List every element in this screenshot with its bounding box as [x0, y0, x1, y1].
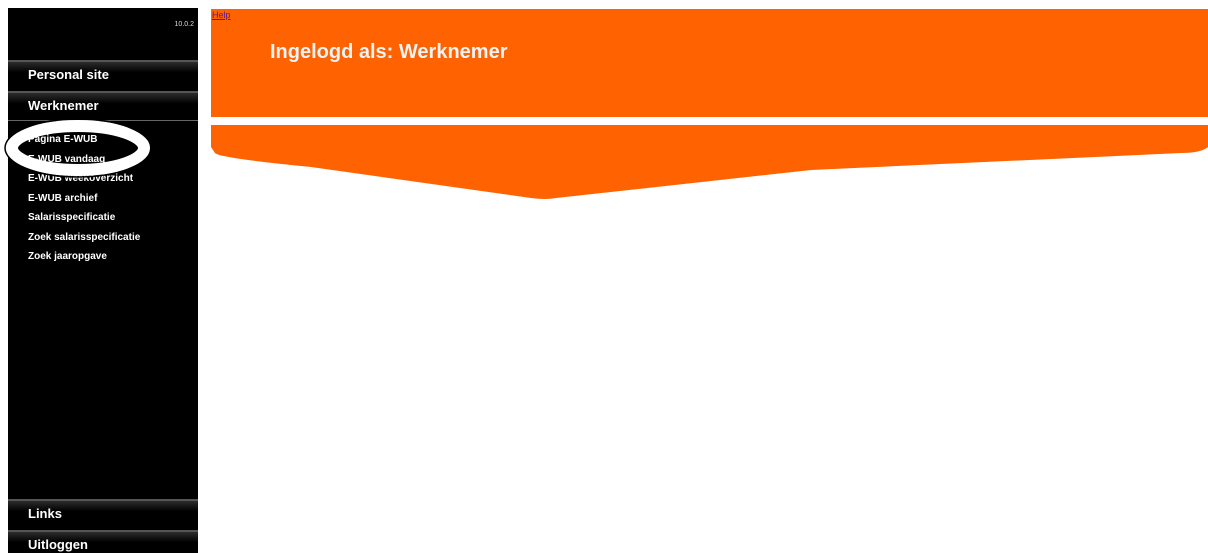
header-banner: Ingelogd als: Werknemer: [211, 9, 1208, 117]
arrow-banner: [211, 125, 1208, 199]
version-label: 10.0.2: [174, 21, 194, 28]
menu-item-ewub-archief[interactable]: E-WUB archief: [28, 189, 140, 209]
sidebar-section-uitloggen[interactable]: Uitloggen: [8, 530, 198, 553]
menu-item-pagina-ewub[interactable]: Pagina E-WUB: [28, 130, 140, 150]
sidebar-section-werknemer[interactable]: Werknemer: [8, 91, 198, 121]
menu-item-zoek-jaaropgave[interactable]: Zoek jaaropgave: [28, 247, 140, 267]
menu-item-salarisspecificatie[interactable]: Salarisspecificatie: [28, 208, 140, 228]
sidebar-section-personal-site[interactable]: Personal site: [8, 60, 198, 88]
sidebar-section-links[interactable]: Links: [8, 499, 198, 527]
sidebar: 10.0.2 Personal site Werknemer Pagina E-…: [8, 8, 198, 553]
page-title: Ingelogd als: Werknemer: [270, 41, 508, 63]
menu-item-ewub-vandaag[interactable]: E-WUB vandaag: [28, 150, 140, 170]
menu-item-ewub-weekoverzicht[interactable]: E-WUB weekoverzicht: [28, 169, 140, 189]
menu-item-zoek-salarisspecificatie[interactable]: Zoek salarisspecificatie: [28, 228, 140, 248]
help-link[interactable]: Help: [212, 10, 231, 20]
sidebar-menu: Pagina E-WUB E-WUB vandaag E-WUB weekove…: [28, 130, 140, 267]
